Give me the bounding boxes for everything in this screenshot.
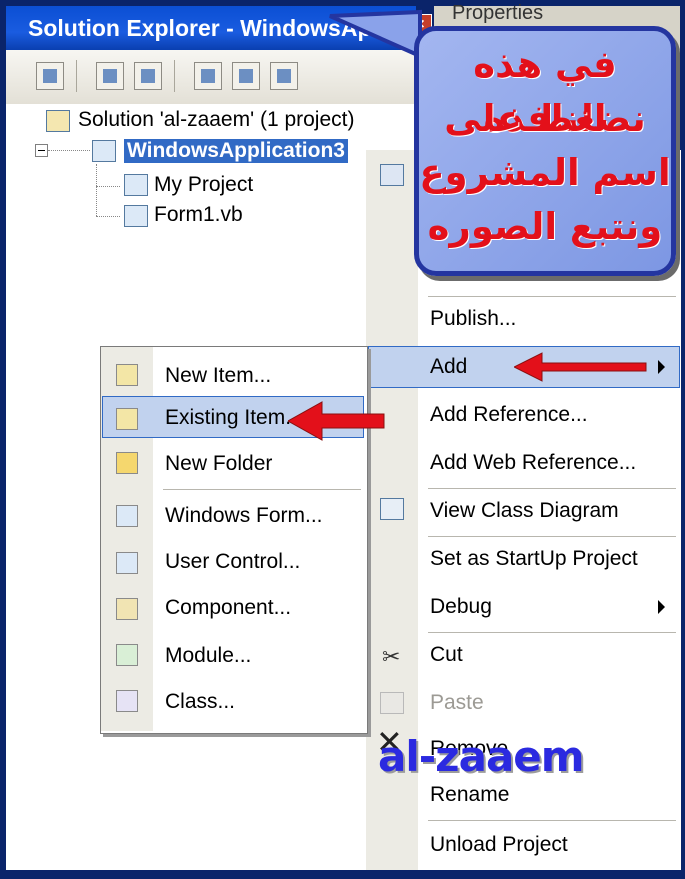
scissors-icon: ✂ xyxy=(382,644,401,669)
menu-item-add-reference[interactable]: Add Reference... xyxy=(418,394,680,436)
menu-separator xyxy=(428,296,676,297)
menu-item-view-class-diagram[interactable]: View Class Diagram xyxy=(418,490,680,532)
menu-item-set-startup[interactable]: Set as StartUp Project xyxy=(418,538,680,580)
menu-item-paste: Paste xyxy=(430,691,484,714)
windows-form-icon xyxy=(116,505,138,527)
callout-line-2: نضغط على xyxy=(444,97,646,140)
callout-line-3: اسم المشروع xyxy=(419,151,671,194)
submenu-item-module[interactable]: Module... xyxy=(153,634,365,678)
component-icon xyxy=(116,598,138,620)
user-control-icon xyxy=(116,552,138,574)
toolbar-separator xyxy=(76,60,77,92)
submenu-item-user-control[interactable]: User Control... xyxy=(153,540,365,584)
build-icon xyxy=(380,164,404,186)
menu-separator xyxy=(428,632,676,633)
tree-item-my-project[interactable]: My Project xyxy=(154,173,253,197)
submenu-item-class[interactable]: Class... xyxy=(153,680,365,724)
red-arrow-add xyxy=(514,352,647,382)
callout-line-4: ونتبع الصوره xyxy=(427,205,663,248)
class-icon xyxy=(116,690,138,712)
menu-item-add-web-reference[interactable]: Add Web Reference... xyxy=(418,442,680,484)
project-label[interactable]: WindowsApplication3 xyxy=(124,139,348,163)
submenu-item-windows-form[interactable]: Windows Form... xyxy=(153,494,365,538)
collapse-icon[interactable] xyxy=(35,144,48,157)
existing-item-icon xyxy=(116,408,138,430)
submenu-separator xyxy=(163,489,361,490)
my-project-icon xyxy=(124,174,148,196)
vb-project-icon xyxy=(92,140,116,162)
menu-separator xyxy=(428,820,676,821)
properties-icon[interactable] xyxy=(36,62,64,90)
tree-line xyxy=(96,164,97,216)
form-file-icon xyxy=(124,205,148,227)
solution-icon xyxy=(46,110,70,132)
submenu-arrow-icon xyxy=(658,600,665,614)
submenu-item-component[interactable]: Component... xyxy=(153,586,365,630)
tree-item-form1[interactable]: Form1.vb xyxy=(154,203,243,227)
solution-label[interactable]: Solution 'al-zaaem' (1 project) xyxy=(78,108,354,132)
callout-pointer xyxy=(329,9,422,60)
submenu-item-new-folder[interactable]: New Folder xyxy=(153,442,365,486)
menu-item-cut[interactable]: Cut xyxy=(418,634,680,676)
menu-separator xyxy=(428,536,676,537)
watermark-text: al-zaaem xyxy=(378,732,585,781)
class-diagram-menu-icon xyxy=(380,498,404,520)
new-folder-icon xyxy=(116,452,138,474)
tree-line xyxy=(96,216,120,217)
submenu-arrow-icon xyxy=(658,360,665,374)
menu-item-debug[interactable]: Debug xyxy=(418,586,680,628)
menu-separator xyxy=(428,488,676,489)
properties-tab-label: Properties xyxy=(452,2,544,24)
module-icon xyxy=(116,644,138,666)
menu-item-publish[interactable]: Publish... xyxy=(418,298,680,340)
red-arrow-existing-item xyxy=(288,401,385,441)
tree-line xyxy=(96,186,120,187)
paste-icon xyxy=(380,692,404,714)
submenu-item-new-item[interactable]: New Item... xyxy=(153,354,365,398)
new-item-icon xyxy=(116,364,138,386)
menu-item-unload-project[interactable]: Unload Project xyxy=(418,824,680,866)
tree-line xyxy=(48,150,90,151)
